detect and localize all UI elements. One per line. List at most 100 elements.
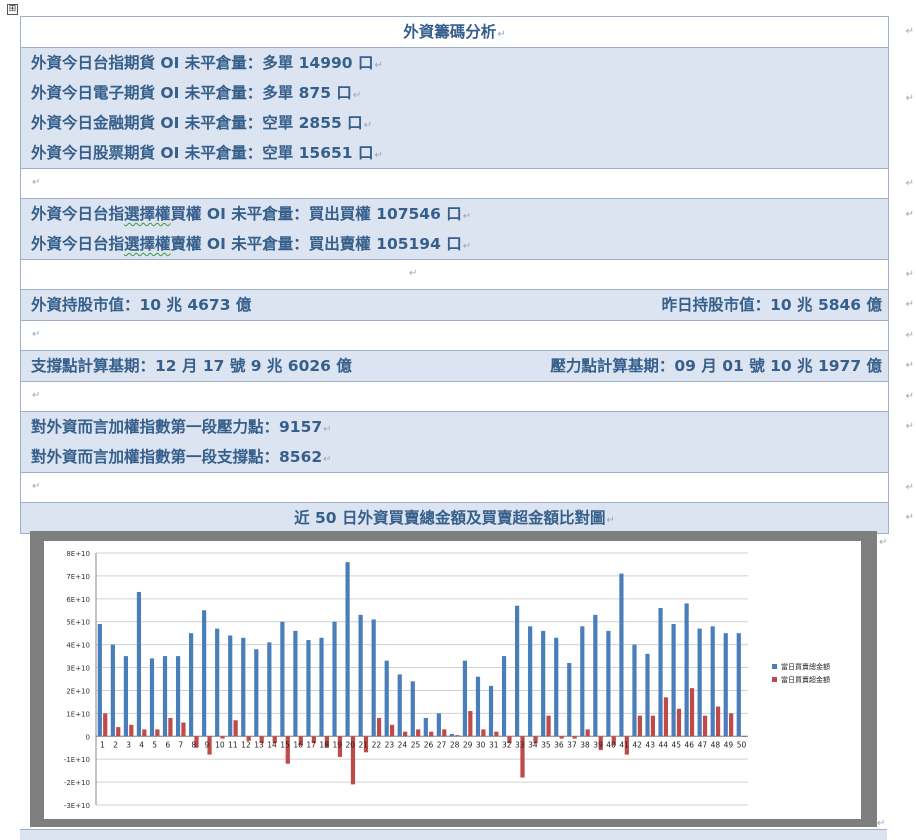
total-amount-bar bbox=[123, 656, 128, 737]
x-tick-label: 37 bbox=[567, 740, 577, 749]
net-amount-bar bbox=[233, 720, 238, 737]
resistance-point: 對外資而言加權指數第一段壓力點：9157↵ bbox=[31, 418, 332, 436]
x-tick-label: 3 bbox=[126, 740, 131, 749]
x-tick-label: 14 bbox=[267, 740, 277, 749]
net-amount-bar bbox=[559, 736, 564, 739]
net-amount-bar bbox=[455, 735, 460, 737]
x-tick-label: 23 bbox=[385, 740, 395, 749]
net-amount-bar bbox=[390, 724, 395, 737]
total-amount-bar bbox=[189, 633, 194, 737]
total-amount-bar bbox=[267, 642, 272, 737]
x-tick-label: 16 bbox=[293, 740, 303, 749]
total-amount-bar bbox=[554, 637, 559, 737]
x-tick-label: 29 bbox=[463, 740, 473, 749]
x-tick-label: 47 bbox=[698, 740, 708, 749]
y-tick-label: 1E+10 bbox=[66, 710, 90, 718]
table-move-handle[interactable]: ⊞ bbox=[7, 4, 18, 15]
chart-frame: 8E+10 7E+10 6E+10 5E+10 4E+10 3E+10 2E+10 1E+10… bbox=[30, 531, 877, 827]
chart-title: 近 50 日外資買賣總金額及買賣超金額比對圖↵ bbox=[294, 509, 615, 527]
analysis-table: 外資籌碼分析↵ ↵ 外資今日台指期貨 OI 未平倉量：多單 14990 口↵ 外… bbox=[20, 16, 914, 534]
x-tick-label: 4 bbox=[139, 740, 144, 749]
x-tick-label: 39 bbox=[593, 740, 603, 749]
x-tick-label: 27 bbox=[437, 740, 447, 749]
legend-label: 當日買賣總金額 bbox=[781, 662, 830, 671]
x-tick-label: 7 bbox=[178, 740, 183, 749]
net-amount-bar bbox=[663, 697, 669, 737]
x-tick-label: 13 bbox=[254, 740, 264, 749]
y-tick-label: 8E+10 bbox=[66, 550, 90, 558]
y-tick-label: -3E+10 bbox=[64, 802, 90, 810]
total-amount-bar bbox=[397, 674, 402, 737]
total-amount-bar bbox=[515, 605, 520, 737]
net-amount-bar bbox=[220, 736, 225, 739]
net-amount-bar bbox=[676, 708, 682, 737]
x-tick-label: 38 bbox=[580, 740, 590, 749]
total-amount-bar bbox=[475, 676, 481, 737]
holdings-line: 外資持股市值：10 兆 4673 億 昨日持股市值：10 兆 5846 億 bbox=[21, 290, 888, 320]
empty-row: ↵ ↵ bbox=[21, 382, 914, 412]
x-tick-label: 40 bbox=[606, 740, 616, 749]
y-tick-label: 4E+10 bbox=[66, 642, 90, 650]
x-tick-label: 22 bbox=[372, 740, 382, 749]
total-amount-bar bbox=[567, 662, 572, 737]
x-tick-label: 28 bbox=[450, 740, 460, 749]
x-tick-label: 24 bbox=[398, 740, 408, 749]
x-tick-label: 6 bbox=[165, 740, 170, 749]
x-tick-label: 50 bbox=[737, 740, 747, 749]
total-amount-bar bbox=[593, 614, 598, 737]
points-section: 對外資而言加權指數第一段壓力點：9157↵ 對外資而言加權指數第一段支撐點：85… bbox=[21, 412, 914, 473]
net-amount-bar bbox=[468, 711, 473, 737]
net-amount-bar bbox=[103, 713, 108, 737]
net-amount-bar bbox=[168, 717, 173, 737]
x-tick-label: 44 bbox=[658, 740, 668, 749]
total-amount-bar bbox=[697, 628, 702, 737]
holdings-row: 外資持股市值：10 兆 4673 億昨日持股市值：10 兆 5846 億 ↵ bbox=[21, 290, 914, 321]
total-amount-bar bbox=[371, 619, 376, 737]
total-amount-bar bbox=[254, 649, 259, 737]
x-tick-label: 11 bbox=[228, 740, 238, 749]
legend-swatch bbox=[772, 677, 777, 682]
total-amount-bar bbox=[723, 633, 728, 737]
total-amount-bar bbox=[436, 713, 441, 737]
net-amount-bar bbox=[129, 724, 134, 737]
total-amount-bar bbox=[645, 653, 650, 737]
net-amount-bar bbox=[585, 729, 590, 737]
legend-label: 當日買賣超金額 bbox=[781, 675, 830, 684]
net-amount-bar bbox=[716, 706, 721, 737]
total-amount-bar bbox=[149, 658, 155, 737]
y-tick-label: -1E+10 bbox=[64, 756, 90, 764]
net-amount-bar bbox=[546, 715, 551, 737]
x-tick-label: 8 bbox=[191, 740, 196, 749]
x-tick-label: 32 bbox=[502, 740, 512, 749]
total-amount-bar bbox=[162, 656, 168, 737]
total-amount-bar bbox=[384, 660, 389, 737]
net-amount-bar bbox=[572, 736, 577, 739]
y-tick-label: 3E+10 bbox=[66, 665, 90, 673]
options-section: 外資今日台指選擇權買權 OI 未平倉量：買出買權 107546 口↵ 外資今日台… bbox=[21, 199, 914, 260]
x-tick-label: 46 bbox=[685, 740, 695, 749]
x-tick-label: 26 bbox=[424, 740, 434, 749]
base-period-line: 支撐點計算基期：12 月 17 號 9 兆 6026 億 壓力點計算基期：09 月… bbox=[21, 351, 888, 381]
net-amount-bar bbox=[729, 713, 734, 737]
x-tick-label: 20 bbox=[346, 740, 356, 749]
net-amount-bar bbox=[376, 717, 382, 737]
total-amount-bar bbox=[710, 626, 715, 737]
x-tick-label: 9 bbox=[204, 740, 209, 749]
x-tick-label: 21 bbox=[359, 740, 369, 749]
total-amount-bar bbox=[619, 573, 624, 737]
x-tick-label: 15 bbox=[280, 740, 290, 749]
total-amount-bar bbox=[449, 733, 454, 737]
base-period-row: 支撐點計算基期：12 月 17 號 9 兆 6026 億 壓力點計算基期：09 月… bbox=[21, 351, 914, 382]
total-amount-bar bbox=[541, 630, 546, 737]
y-tick-label: 2E+10 bbox=[66, 687, 90, 695]
total-amount-bar bbox=[241, 637, 246, 737]
total-amount-bar bbox=[488, 685, 494, 737]
empty-row: ↵ ↵ bbox=[21, 473, 914, 503]
total-amount-bar bbox=[684, 603, 689, 737]
total-amount-bar bbox=[136, 591, 142, 737]
total-amount-bar bbox=[319, 637, 324, 737]
total-amount-bar bbox=[332, 621, 337, 737]
x-tick-label: 43 bbox=[645, 740, 655, 749]
net-amount-bar bbox=[442, 729, 447, 737]
total-amount-bar bbox=[228, 635, 233, 737]
